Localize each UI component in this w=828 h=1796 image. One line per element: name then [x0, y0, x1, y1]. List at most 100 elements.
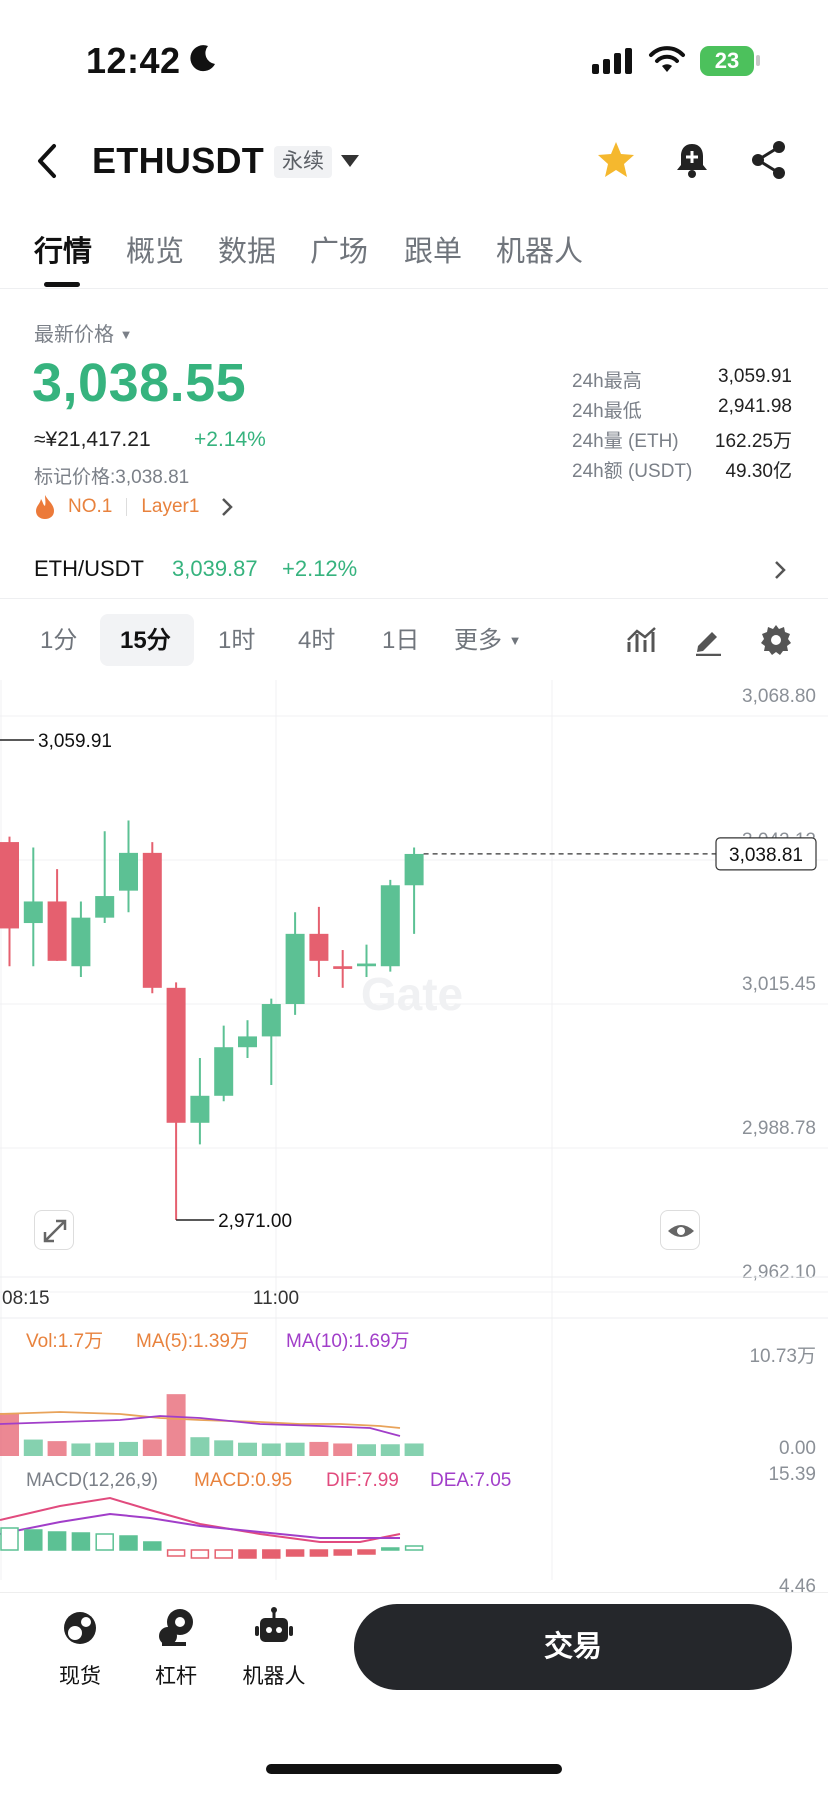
interval-4h[interactable]: 4时 [298, 620, 335, 655]
rank-row[interactable]: NO.1 Layer1 [34, 494, 234, 520]
x-tick-label: 08:15 [2, 1288, 50, 1309]
candle-body [47, 901, 67, 961]
candle-body [261, 1004, 281, 1037]
candle-body [309, 933, 329, 961]
volume-bar [285, 1442, 305, 1456]
bottom-nav-spot[interactable]: 现货 [30, 1660, 130, 1690]
price-type-label: 最新价格 [34, 324, 114, 346]
fullscreen-button[interactable] [34, 1210, 74, 1250]
price-alert-icon[interactable] [674, 140, 710, 180]
macd-histogram-bar [0, 1527, 19, 1551]
y-tick-label: 3,015.45 [742, 974, 816, 995]
kline-chart[interactable]: 3,068.803,042.123,015.452,988.782,962.10… [0, 680, 828, 1600]
interval-1m[interactable]: 1分 [40, 620, 77, 655]
caret-down-icon: ▼ [508, 633, 522, 648]
macd-histogram-bar [71, 1532, 91, 1551]
macd-histogram-bar [381, 1547, 400, 1551]
high-price-label: 3,059.91 [38, 731, 112, 752]
spot-divider [0, 598, 828, 599]
macd-histogram-bar [309, 1549, 329, 1557]
tab-data[interactable]: 数据 [218, 228, 276, 270]
contract-type-tag: 永续 [274, 146, 332, 178]
chevron-right-icon [222, 498, 234, 516]
interval-more[interactable]: 更多 ▼ [454, 620, 522, 655]
signal-icon [592, 48, 632, 74]
candle-body [214, 1047, 234, 1096]
home-indicator [266, 1764, 562, 1774]
spot-coin-icon[interactable] [60, 1608, 100, 1648]
active-tab-indicator [44, 282, 80, 287]
favorite-star-icon[interactable] [596, 140, 636, 180]
vol-ma10-label: MA(10):1.69万 [286, 1331, 410, 1352]
rank-divider [126, 498, 128, 516]
gate-watermark: Gate [361, 968, 463, 1020]
bottom-nav-bots[interactable]: 机器人 [224, 1660, 324, 1690]
chevron-right-icon [775, 561, 786, 579]
volume-bar [0, 1412, 19, 1456]
candle-body [404, 853, 424, 886]
macd-histogram-bar [285, 1549, 305, 1557]
volume-bar [190, 1437, 210, 1456]
x-tick-label: 11:00 [253, 1288, 299, 1309]
candle-body [357, 963, 376, 967]
stat-amount-label: 24h额 (USDT) [572, 461, 693, 482]
interval-1d[interactable]: 1日 [382, 620, 419, 655]
interval-1h[interactable]: 1时 [218, 620, 255, 655]
back-icon[interactable] [34, 142, 60, 180]
candle-body [71, 917, 91, 967]
trade-button[interactable]: 交易 [354, 1604, 792, 1690]
tab-copy-trading[interactable]: 跟单 [404, 228, 462, 270]
bottom-nav-margin[interactable]: 杠杆 [126, 1660, 226, 1690]
candle-body [238, 1036, 257, 1048]
bot-robot-icon[interactable] [254, 1606, 294, 1646]
volume-bar [309, 1441, 329, 1456]
y-tick-label: 2,988.78 [742, 1118, 816, 1139]
fire-icon [36, 495, 54, 519]
candle-body [95, 896, 115, 918]
candle-body [23, 901, 43, 924]
symbol-dropdown-icon[interactable] [340, 154, 360, 168]
tab-overview[interactable]: 概览 [126, 228, 184, 270]
tab-market[interactable]: 行情 [34, 228, 92, 270]
price-change: +2.14% [194, 428, 266, 451]
macd-value-label: MACD:0.95 [194, 1470, 293, 1491]
macd-histogram-bar [24, 1529, 43, 1551]
draw-tool-icon[interactable] [692, 624, 724, 656]
macd-histogram-bar [404, 1545, 424, 1551]
visibility-button[interactable] [660, 1210, 700, 1250]
volume-bar [404, 1443, 424, 1456]
margin-leverage-icon[interactable] [156, 1606, 198, 1648]
y-tick-label: 3,068.80 [742, 686, 816, 707]
candle-body [119, 852, 138, 891]
battery-indicator: 23 [700, 46, 754, 76]
low-price-label: 2,971.00 [218, 1211, 292, 1232]
spot-pair-row[interactable]: ETH/USDT 3,039.87 +2.12% [0, 540, 828, 598]
indicator-icon[interactable] [626, 624, 658, 656]
volume-bar [357, 1444, 376, 1456]
macd-histogram-bar [238, 1549, 257, 1559]
volume-bar [142, 1439, 162, 1456]
battery-nub [756, 55, 760, 66]
volume-bar [71, 1443, 91, 1456]
macd-name-label: MACD(12,26,9) [26, 1470, 158, 1491]
tab-bots[interactable]: 机器人 [496, 228, 583, 270]
mark-price-label: 标记价格: [34, 467, 116, 488]
macd-histogram-bar [166, 1549, 186, 1557]
symbol-title[interactable]: ETHUSDT [92, 140, 264, 182]
moon-icon [190, 45, 215, 72]
price-type-selector[interactable]: 最新价格 ▼ [34, 318, 132, 347]
tab-square[interactable]: 广场 [310, 228, 368, 270]
stat-low-value: 2,941.98 [718, 396, 792, 417]
interval-15m[interactable]: 15分 [120, 620, 171, 655]
volume-ma5-line [0, 1411, 401, 1429]
tabs-divider [0, 288, 828, 289]
settings-gear-icon[interactable] [760, 624, 792, 656]
status-time: 12:42 [86, 40, 181, 81]
macd-histogram-bar [143, 1541, 162, 1551]
volume-bar [261, 1443, 281, 1456]
stat-high-label: 24h最高 [572, 371, 642, 392]
macd-histogram-bar [357, 1549, 376, 1555]
wifi-icon [649, 46, 685, 72]
share-icon[interactable] [750, 140, 788, 180]
mark-price-row: 标记价格:3,038.81 [34, 462, 189, 489]
